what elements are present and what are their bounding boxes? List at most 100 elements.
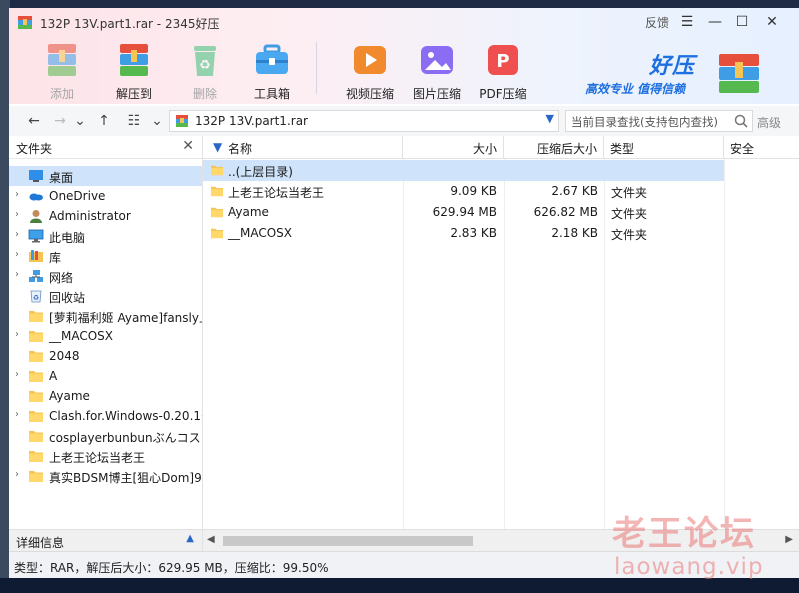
tree-item[interactable]: › 库 xyxy=(9,246,202,266)
extract-to-button[interactable]: 解压到 xyxy=(101,38,167,102)
tree-item[interactable]: [萝莉福利姬 Ayame]fansly上 xyxy=(9,306,202,326)
expand-chevron-icon[interactable]: › xyxy=(15,469,25,480)
expand-chevron-icon[interactable]: › xyxy=(15,409,25,420)
column-header-compressed-size[interactable]: 压缩后大小 xyxy=(504,136,604,159)
app-logo-icon xyxy=(18,16,32,29)
tree-item[interactable]: › A xyxy=(9,366,202,386)
add-archive-icon xyxy=(48,44,76,76)
tree-item[interactable]: 桌面 xyxy=(9,166,202,186)
scrollbar-thumb[interactable] xyxy=(223,536,473,546)
tree-item[interactable]: › Administrator xyxy=(9,206,202,226)
menu-button[interactable]: ☰ xyxy=(676,12,698,32)
close-button[interactable]: ✕ xyxy=(761,12,783,32)
tree-item-label: 上老王论坛当老王 xyxy=(49,451,146,465)
column-security-label: 安全 xyxy=(730,142,755,156)
file-name: 上老王论坛当老王 xyxy=(228,186,325,200)
file-row[interactable]: Ayame 629.94 MB 626.82 MB 文件夹 xyxy=(203,202,799,223)
column-header-size[interactable]: 大小 xyxy=(403,136,504,159)
folder-icon xyxy=(29,431,43,442)
tree-item[interactable]: 2048 xyxy=(9,346,202,366)
forward-button[interactable]: → xyxy=(51,113,69,129)
video-compress-button[interactable]: 视频压缩 xyxy=(337,38,403,102)
folder-icon xyxy=(29,311,43,322)
expand-chevron-icon[interactable]: › xyxy=(15,249,25,260)
tree-item[interactable]: › 此电脑 xyxy=(9,226,202,246)
path-dropdown-icon[interactable]: ▼ xyxy=(546,112,554,125)
file-size: 9.09 KB xyxy=(450,184,497,198)
network-icon xyxy=(29,270,43,282)
path-field[interactable]: 132P 13V.part1.rar ▼ xyxy=(169,110,559,132)
tree-item[interactable]: › Clash.for.Windows-0.20.16 xyxy=(9,406,202,426)
brand-slogan: 高效专业 值得信赖 xyxy=(585,82,686,96)
back-button[interactable]: ← xyxy=(25,113,43,129)
expand-chevron-icon[interactable]: › xyxy=(15,329,25,340)
close-icon[interactable]: ✕ xyxy=(182,138,194,154)
folder-icon xyxy=(29,451,43,462)
view-mode-button[interactable]: ☷ xyxy=(125,113,143,129)
file-row[interactable]: 上老王论坛当老王 9.09 KB 2.67 KB 文件夹 xyxy=(203,181,799,202)
image-compress-button[interactable]: 图片压缩 xyxy=(404,38,470,102)
toolbox-button[interactable]: 工具箱 xyxy=(239,38,305,102)
tree-item[interactable]: cosplayerbunbunぶんコスプレ xyxy=(9,426,202,446)
expand-chevron-icon[interactable]: › xyxy=(15,229,25,240)
folder-icon xyxy=(29,371,43,382)
tree-item[interactable]: › __MACOSX xyxy=(9,326,202,346)
library-icon xyxy=(29,250,43,262)
expand-chevron-icon[interactable]: › xyxy=(15,209,25,220)
tree-item[interactable]: 上老王论坛当老王 xyxy=(9,446,202,466)
titlebar[interactable]: 132P 13V.part1.rar - 2345好压 反馈 ☰ — ☐ ✕ xyxy=(9,8,799,36)
search-field[interactable] xyxy=(565,110,753,132)
tree-item[interactable]: ♻ 回收站 xyxy=(9,286,202,306)
file-list-panel: ▼ 名称 大小 压缩后大小 类型 安全 ..(上层目录) 上老王论坛当老王 9.09… xyxy=(203,136,799,552)
column-header-type[interactable]: 类型 xyxy=(604,136,724,159)
tree-item[interactable]: › OneDrive xyxy=(9,186,202,206)
tree-item-label: Administrator xyxy=(49,209,131,223)
column-header-security[interactable]: 安全 xyxy=(724,136,799,159)
archive-icon xyxy=(176,115,188,127)
tree-item-label: A xyxy=(49,369,58,383)
parent-directory-row[interactable]: ..(上层目录) xyxy=(203,160,799,181)
brand-name: 好压 xyxy=(649,54,696,79)
watermark-title: 老王论坛 xyxy=(612,514,756,554)
tree-item-label: [萝莉福利姬 Ayame]fansly上 xyxy=(49,311,202,325)
up-button[interactable]: ↑ xyxy=(95,113,113,129)
tree-item-label: 回收站 xyxy=(49,291,86,305)
scroll-left-icon[interactable]: ◀ xyxy=(207,534,215,545)
file-row[interactable]: __MACOSX 2.83 KB 2.18 KB 文件夹 xyxy=(203,223,799,244)
folder-icon xyxy=(29,331,43,342)
toolbar-separator xyxy=(316,42,317,94)
tree-item[interactable]: › 网络 xyxy=(9,266,202,286)
video-compress-icon xyxy=(354,46,386,74)
status-text: 类型：RAR，解压后大小：629.95 MB，压缩比：99.50% xyxy=(14,561,329,575)
window-title: 132P 13V.part1.rar - 2345好压 xyxy=(40,17,220,31)
search-input[interactable] xyxy=(569,112,733,132)
add-button[interactable]: 添加 xyxy=(29,38,95,102)
tree-item[interactable]: Ayame xyxy=(9,386,202,406)
minimize-button[interactable]: — xyxy=(704,12,726,32)
feedback-link[interactable]: 反馈 xyxy=(645,14,669,31)
details-panel-toggle[interactable]: 详细信息 ▲ xyxy=(9,529,202,552)
column-header-name[interactable]: ▼ 名称 xyxy=(203,136,403,159)
file-name: Ayame xyxy=(228,205,269,219)
search-icon[interactable] xyxy=(734,114,748,128)
tree-item-label: 此电脑 xyxy=(49,231,86,245)
pdf-compress-button[interactable]: P PDF压缩 xyxy=(470,38,536,102)
expand-chevron-icon[interactable]: › xyxy=(15,189,25,200)
svg-text:♻: ♻ xyxy=(199,58,211,73)
expand-chevron-icon[interactable]: › xyxy=(15,269,25,280)
delete-button[interactable]: ♻ 删除 xyxy=(172,38,238,102)
maximize-button[interactable]: ☐ xyxy=(731,12,753,32)
tree-item[interactable]: › 真实BDSM博主[狙心Dom]9 xyxy=(9,466,202,486)
chevron-up-icon: ▲ xyxy=(186,533,194,544)
tree-item-label: Ayame xyxy=(49,389,90,403)
expand-chevron-icon[interactable]: › xyxy=(15,369,25,380)
file-type: 文件夹 xyxy=(611,207,648,221)
advanced-search-link[interactable]: 高级 xyxy=(757,114,781,131)
video-compress-button-label: 视频压缩 xyxy=(345,87,394,101)
view-mode-dropdown[interactable]: ⌄ xyxy=(148,113,166,129)
path-text: 132P 13V.part1.rar xyxy=(195,114,308,128)
scroll-right-icon[interactable]: ▶ xyxy=(785,534,793,545)
svg-text:P: P xyxy=(496,51,509,72)
file-type: 文件夹 xyxy=(611,186,648,200)
history-dropdown[interactable]: ⌄ xyxy=(71,113,89,129)
